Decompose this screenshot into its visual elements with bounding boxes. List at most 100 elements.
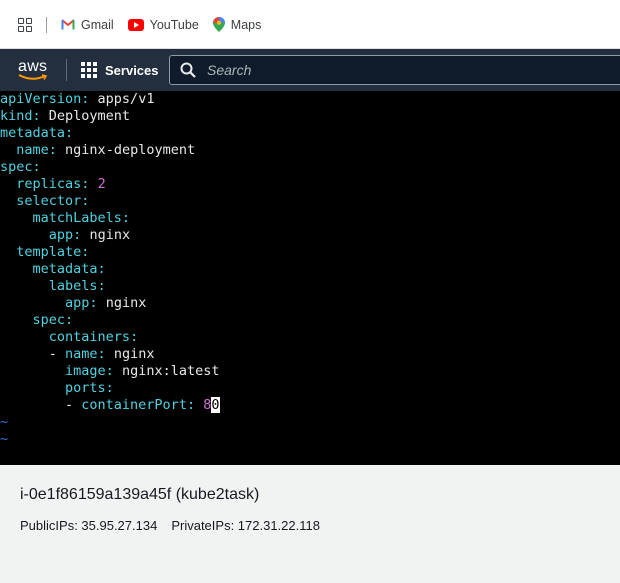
aws-top-nav: aws Services (0, 49, 620, 91)
yaml-value: apps/v1 (89, 91, 155, 107)
yaml-colon: : (32, 108, 41, 124)
bookmark-label: Gmail (81, 17, 114, 32)
yaml-colon: : (97, 261, 106, 277)
code-line: labels: (0, 278, 220, 295)
yaml-value: nginx (105, 346, 155, 362)
yaml-key: kind (0, 108, 33, 124)
instance-title: i-0e1f86159a139a45f (kube2task) (20, 486, 260, 503)
yaml-value: nginx-deployment (56, 142, 196, 158)
public-ips: PublicIPs: 35.95.27.134 (20, 518, 158, 533)
bookmark-maps[interactable]: Maps (212, 17, 262, 32)
yaml-colon: : (81, 244, 90, 260)
search-box[interactable] (169, 55, 620, 85)
yaml-key: apiVersion (0, 91, 82, 107)
yaml-key: matchLabels (32, 210, 122, 226)
services-menu-button[interactable]: Services (81, 62, 159, 78)
nav-separator (66, 59, 67, 81)
code-indent: - (0, 397, 82, 413)
yaml-value: nginx (81, 227, 131, 243)
code-line: kind: Deployment (0, 108, 220, 125)
yaml-key: containerPort (81, 397, 187, 413)
yaml-value: Deployment (40, 108, 131, 124)
yaml-value: 8 (195, 397, 212, 413)
bookmarks-bar: Gmail YouTube Maps (0, 0, 620, 49)
aws-logo[interactable]: aws (18, 56, 50, 84)
yaml-key: app (65, 295, 90, 311)
code-line: app: nginx (0, 295, 220, 312)
code-line: metadata: (0, 261, 220, 278)
terminal-editor[interactable]: apiVersion: apps/v1 kind: Deployment metad… (0, 91, 620, 465)
bookmark-separator (46, 16, 47, 33)
yaml-key: containers (48, 329, 131, 345)
yaml-key: metadata (32, 261, 98, 277)
bookmark-gmail[interactable]: Gmail (61, 18, 114, 32)
bookmark-label: YouTube (149, 17, 199, 32)
yaml-key: metadata (0, 125, 66, 141)
bookmark-youtube[interactable]: YouTube (127, 17, 199, 32)
empty-line-tilde: ~ (0, 431, 9, 447)
youtube-icon (127, 18, 144, 31)
code-line: - containerPort: 80 (0, 397, 220, 414)
yaml-key: selector (16, 193, 82, 209)
yaml-colon: : (81, 193, 90, 209)
yaml-colon: : (97, 346, 106, 362)
search-input[interactable] (205, 61, 509, 79)
code-line: spec: (0, 312, 220, 329)
yaml-colon: : (121, 210, 131, 226)
yaml-key: labels (48, 278, 98, 294)
services-grid-icon (81, 62, 97, 78)
code-indent: - (0, 346, 66, 362)
search-icon (180, 62, 196, 78)
code-line: image: nginx:latest (0, 363, 220, 380)
yaml-value: nginx (97, 295, 147, 311)
code-line: app: nginx (0, 227, 220, 244)
code-line: template: (0, 244, 220, 261)
code-line: replicas: 2 (0, 176, 220, 193)
yaml-key: template (16, 244, 82, 260)
yaml-colon: : (32, 159, 41, 175)
bookmark-label: Maps (230, 17, 262, 32)
services-label: Services (105, 62, 159, 78)
yaml-colon: : (186, 397, 196, 413)
yaml-editor-content: apiVersion: apps/v1 kind: Deployment metad… (0, 91, 220, 448)
yaml-key: replicas (16, 176, 82, 192)
code-line: containers: (0, 329, 220, 346)
code-line: spec: (0, 159, 220, 176)
yaml-key: name (16, 142, 49, 158)
apps-grid-icon[interactable] (18, 17, 32, 32)
yaml-key: spec (32, 312, 66, 328)
aws-smile-icon (18, 74, 48, 80)
yaml-colon: : (130, 329, 139, 345)
maps-icon (212, 17, 225, 32)
code-line: - name: nginx (0, 346, 220, 363)
yaml-key: spec (0, 159, 33, 175)
editor-cursor: 0 (211, 397, 220, 413)
yaml-key: app (48, 227, 74, 243)
yaml-value: nginx:latest (113, 363, 220, 379)
yaml-key: ports (65, 380, 106, 396)
yaml-colon: : (105, 380, 114, 396)
yaml-colon: : (89, 295, 98, 311)
code-line: name: nginx-deployment (0, 142, 220, 159)
yaml-key: name (65, 346, 98, 362)
empty-line-tilde: ~ (0, 414, 9, 430)
code-line: ports: (0, 380, 220, 397)
instance-ips: PublicIPs: 35.95.27.134 PrivateIPs: 172.3… (20, 518, 320, 533)
yaml-colon: : (65, 312, 74, 328)
code-line: metadata: (0, 125, 220, 142)
yaml-colon: : (97, 278, 106, 294)
yaml-colon: : (65, 125, 74, 141)
yaml-colon: : (105, 363, 114, 379)
